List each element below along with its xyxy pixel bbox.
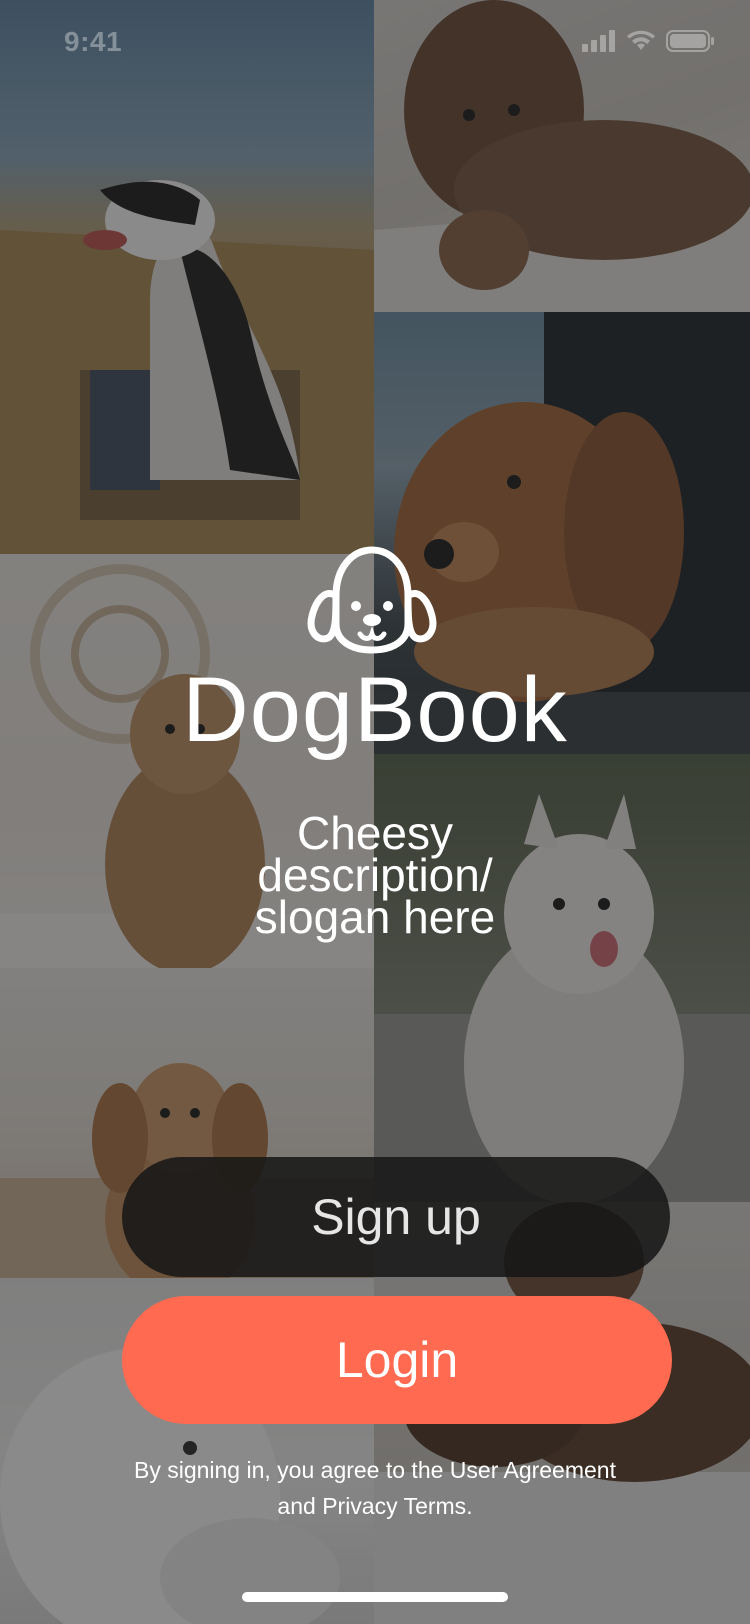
legal-suffix: . <box>466 1493 473 1519</box>
legal-notice: By signing in, you agree to the User Agr… <box>0 1452 750 1524</box>
home-indicator[interactable] <box>242 1592 508 1602</box>
dog-face-icon <box>307 546 437 654</box>
user-agreement-link[interactable]: User Agreement <box>450 1457 616 1483</box>
signal-icon <box>582 30 615 52</box>
login-button[interactable]: Login <box>122 1296 672 1424</box>
signup-button-label: Sign up <box>311 1189 481 1245</box>
privacy-terms-link[interactable]: Privacy Terms <box>322 1493 466 1519</box>
wifi-icon <box>627 30 655 50</box>
legal-prefix: By signing in, you agree to the <box>133 1457 450 1483</box>
slogan-line-3: slogan here <box>254 891 496 943</box>
battery-icon <box>666 30 714 52</box>
slogan: Cheesy description/ slogan here <box>175 810 575 940</box>
login-button-label: Login <box>335 1332 459 1388</box>
status-time: 9:41 <box>64 26 123 57</box>
legal-middle: and <box>277 1493 323 1519</box>
welcome-screen: 9:41 DogBook Cheesy description/ slogan … <box>0 0 750 1624</box>
status-icons <box>582 30 714 52</box>
app-title: DogBook <box>182 659 568 761</box>
signup-button[interactable]: Sign up <box>122 1157 670 1277</box>
